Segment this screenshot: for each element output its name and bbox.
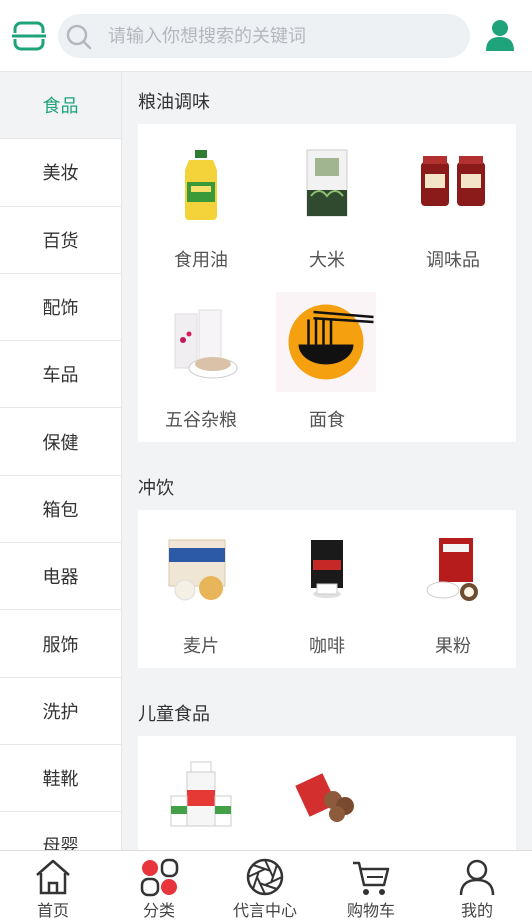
aperture-icon <box>246 858 284 896</box>
sidebar-item-health[interactable]: 保健 <box>0 408 121 476</box>
profile-icon <box>459 859 495 896</box>
category-tile-label: 咖啡 <box>309 636 345 657</box>
category-tile-kids-snacks[interactable] <box>264 736 390 850</box>
sidebar-item-bags[interactable]: 箱包 <box>0 475 121 544</box>
cooking-oil-image <box>185 150 217 220</box>
sidebar-item-appliances[interactable]: 电器 <box>0 543 121 611</box>
home-icon <box>36 859 70 895</box>
category-tile-grains[interactable]: 五谷杂粮 <box>138 284 264 444</box>
scan-icon <box>12 21 46 51</box>
category-sidebar: 食品 美妆 百货 配饰 车品 保健 箱包 电器 服饰 洗护 鞋靴 母婴 <box>0 72 122 850</box>
noodles-icon <box>276 292 376 392</box>
section-title: 粮油调味 <box>138 92 210 113</box>
user-button[interactable] <box>484 18 516 52</box>
category-tile-label: 麦片 <box>183 636 219 657</box>
grains-image <box>174 309 238 379</box>
sidebar-item-shoes[interactable]: 鞋靴 <box>0 744 121 813</box>
tab-label: 分类 <box>142 901 175 920</box>
category-tile-label: 大米 <box>309 250 345 271</box>
category-tile-fruit-powder[interactable]: 果粉 <box>390 510 516 670</box>
bottom-tab-bar: 首页 分类 代言中心 购物车 我的 <box>0 850 532 924</box>
fruit-powder-image <box>426 538 478 601</box>
category-tile-label: 果粉 <box>435 636 471 657</box>
search-icon <box>66 24 92 50</box>
search-input[interactable] <box>108 14 458 58</box>
category-tile-coffee[interactable]: 咖啡 <box>264 510 390 670</box>
kids-snacks-image <box>295 773 354 822</box>
category-tile-label: 五谷杂粮 <box>165 410 237 431</box>
tab-label: 购物车 <box>346 901 395 920</box>
category-card: 麦片 咖啡 果粉 <box>138 510 516 668</box>
cart-icon <box>353 861 390 895</box>
category-tile-oatmeal[interactable]: 麦片 <box>138 510 264 670</box>
category-card: 食用油 大米 调味品 五谷杂粮 面食 <box>138 124 516 442</box>
coffee-image <box>311 540 343 598</box>
top-bar <box>0 0 532 72</box>
seasoning-jars-image <box>421 156 485 206</box>
category-tile-label: 食用油 <box>174 250 228 271</box>
category-tile-noodles[interactable]: 面食 <box>264 284 390 444</box>
sidebar-item-wash-care[interactable]: 洗护 <box>0 677 121 745</box>
oatmeal-image <box>168 539 226 601</box>
sidebar-item-accessories[interactable]: 配饰 <box>0 273 121 342</box>
tab-home[interactable]: 首页 <box>0 851 106 924</box>
sidebar-item-car[interactable]: 车品 <box>0 341 121 409</box>
section-title: 儿童食品 <box>138 704 210 725</box>
category-tile-seasoning[interactable]: 调味品 <box>390 124 516 284</box>
tab-label: 我的 <box>460 901 493 920</box>
category-content: 粮油调味 食用油 大米 调味品 五谷杂粮 面食 冲饮 麦片 咖啡 果粉 儿童食品 <box>122 72 532 850</box>
tab-cart[interactable]: 购物车 <box>318 851 424 924</box>
category-tile-kids-drinks[interactable] <box>138 736 264 850</box>
scan-button[interactable] <box>12 20 46 52</box>
kids-drinks-image <box>170 761 232 827</box>
sidebar-item-mother-baby[interactable]: 母婴 <box>0 812 121 850</box>
section-title: 冲饮 <box>138 478 174 499</box>
category-icon <box>140 858 179 897</box>
search-bar[interactable] <box>58 14 470 58</box>
sidebar-item-food[interactable]: 食品 <box>0 72 121 140</box>
category-tile-rice[interactable]: 大米 <box>264 124 390 284</box>
sidebar-item-general-goods[interactable]: 百货 <box>0 206 121 274</box>
tab-ambassador-center[interactable]: 代言中心 <box>212 851 318 924</box>
sidebar-item-clothing[interactable]: 服饰 <box>0 610 121 678</box>
tab-label: 代言中心 <box>232 901 297 920</box>
category-tile-label: 面食 <box>309 410 345 431</box>
category-card <box>138 736 516 850</box>
user-icon <box>486 20 514 51</box>
category-tile-label: 调味品 <box>426 250 480 271</box>
rice-bag-image <box>306 149 348 217</box>
tab-profile[interactable]: 我的 <box>424 851 530 924</box>
tab-label: 首页 <box>36 901 69 920</box>
category-tile-cooking-oil[interactable]: 食用油 <box>138 124 264 284</box>
sidebar-item-beauty[interactable]: 美妆 <box>0 139 121 207</box>
tab-category[interactable]: 分类 <box>106 851 212 924</box>
